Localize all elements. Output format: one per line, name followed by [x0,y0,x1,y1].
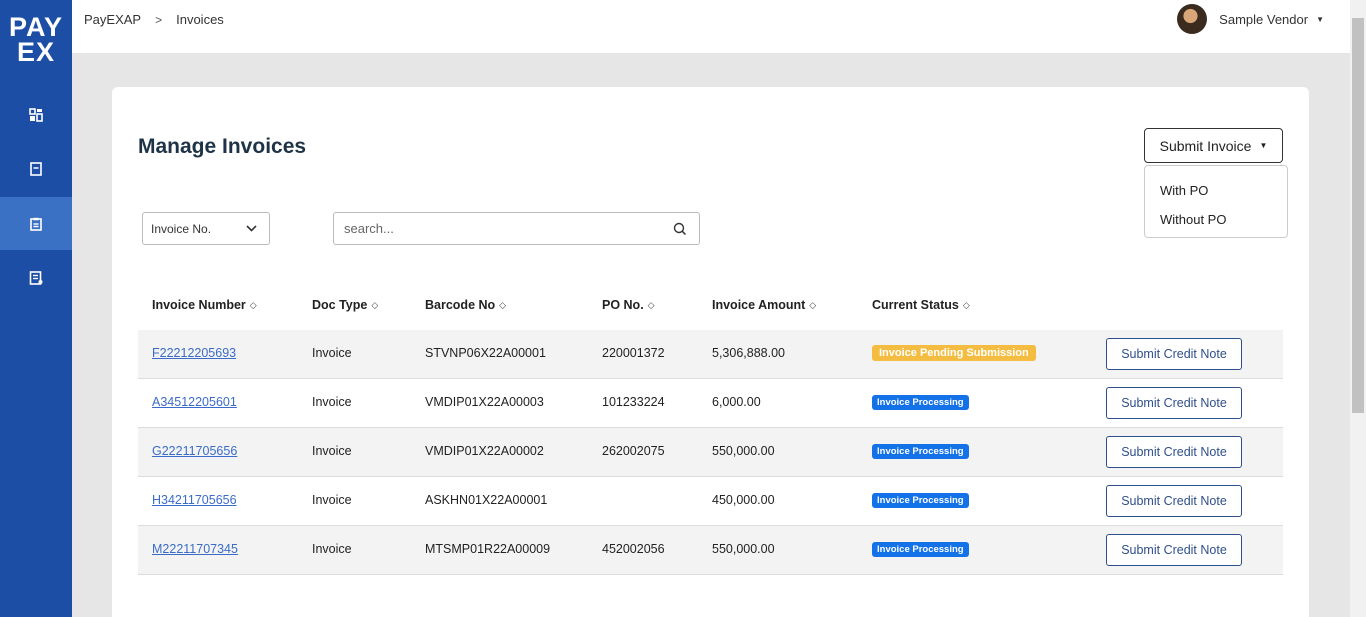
table-row: H34211705656 Invoice ASKHN01X22A00001 45… [138,477,1283,526]
vertical-scrollbar[interactable] [1350,0,1366,617]
column-header-label: Invoice Number [152,298,246,312]
chevron-down-icon [246,225,257,232]
barcode-cell: MTSMP01R22A00009 [425,542,551,556]
sort-icon: ◇ [249,299,257,310]
sort-icon: ◇ [962,299,970,310]
dashboard-icon [29,107,43,122]
barcode-cell: VMDIP01X22A00003 [425,395,544,409]
column-header-label: Invoice Amount [712,298,806,312]
invoices-card: Manage Invoices Submit Invoice ▼ With PO… [112,87,1309,617]
column-header-current-status[interactable]: Current Status ◇ [872,298,970,312]
sort-icon: ◇ [371,299,379,310]
amount-cell: 5,306,888.00 [712,346,785,360]
amount-cell: 550,000.00 [712,444,775,458]
amount-cell: 6,000.00 [712,395,761,409]
search-input[interactable] [334,213,654,244]
column-header-label: Doc Type [312,298,368,312]
submit-credit-note-button[interactable]: Submit Credit Note [1106,485,1242,517]
document-icon [30,161,42,176]
po-cell: 220001372 [602,346,665,360]
status-badge: Invoice Processing [872,542,969,557]
column-header-invoice-amount[interactable]: Invoice Amount ◇ [712,298,816,312]
caret-down-icon[interactable]: ▼ [1316,15,1324,24]
sidebar: PAY EX [0,0,72,617]
page-title: Manage Invoices [138,135,307,158]
po-cell: 452002056 [602,542,665,556]
doc-type-cell: Invoice [312,542,352,556]
column-header-label: Barcode No [425,298,496,312]
clipboard-icon [30,217,42,231]
avatar[interactable] [1177,4,1208,34]
status-badge: Invoice Processing [872,395,969,410]
invoice-number-link[interactable]: H34211705656 [152,493,237,507]
report-icon [29,270,43,285]
submit-credit-note-button[interactable]: Submit Credit Note [1106,338,1242,370]
column-header-label: Current Status [872,298,959,312]
breadcrumb-current: Invoices [176,12,224,27]
column-header-doc-type[interactable]: Doc Type ◇ [312,298,378,312]
barcode-cell: ASKHN01X22A00001 [425,493,548,507]
submit-credit-note-button[interactable]: Submit Credit Note [1106,436,1242,468]
menu-item-with-po[interactable]: With PO [1145,176,1287,205]
invoice-number-link[interactable]: G22211705656 [152,444,237,458]
breadcrumb-separator: > [155,12,163,27]
table-row: F22212205693 Invoice STVNP06X22A00001 22… [138,330,1283,379]
filter-select[interactable]: Invoice No. [142,212,270,245]
table-row: A34512205601 Invoice VMDIP01X22A00003 10… [138,379,1283,428]
sidebar-item-invoices[interactable] [0,197,72,250]
sidebar-item-documents[interactable] [0,142,72,195]
column-header-barcode[interactable]: Barcode No ◇ [425,298,506,312]
caret-down-icon: ▼ [1259,141,1268,150]
top-bar: PayEXAP > Invoices Sample Vendor ▼ [72,0,1350,53]
po-cell: 262002075 [602,444,665,458]
breadcrumb-root[interactable]: PayEXAP [84,12,141,27]
barcode-cell: VMDIP01X22A00002 [425,444,544,458]
sort-icon: ◇ [809,299,817,310]
doc-type-cell: Invoice [312,395,352,409]
user-name[interactable]: Sample Vendor [1219,12,1308,27]
menu-item-without-po[interactable]: Without PO [1145,205,1287,234]
column-header-invoice-number[interactable]: Invoice Number ◇ [152,298,257,312]
filter-select-value: Invoice No. [151,221,212,236]
barcode-cell: STVNP06X22A00001 [425,346,546,360]
doc-type-cell: Invoice [312,493,352,507]
column-header-label: PO No. [602,298,644,312]
breadcrumb: PayEXAP > Invoices [84,12,224,27]
doc-type-cell: Invoice [312,444,352,458]
status-badge: Invoice Pending Submission [872,345,1036,361]
invoice-number-link[interactable]: M22211707345 [152,542,238,556]
submit-credit-note-button[interactable]: Submit Credit Note [1106,387,1242,419]
amount-cell: 550,000.00 [712,542,775,556]
sort-icon: ◇ [499,299,507,310]
status-badge: Invoice Processing [872,444,969,459]
sort-icon: ◇ [647,299,655,310]
table-row: G22211705656 Invoice VMDIP01X22A00002 26… [138,428,1283,477]
scrollbar-thumb[interactable] [1352,18,1364,413]
submit-credit-note-button[interactable]: Submit Credit Note [1106,534,1242,566]
submit-invoice-button[interactable]: Submit Invoice ▼ [1144,128,1283,163]
table-header: Invoice Number ◇ Doc Type ◇ Barcode No ◇ PO… [138,282,1283,331]
invoice-number-link[interactable]: A34512205601 [152,395,237,409]
user-menu[interactable]: Sample Vendor ▼ [1177,4,1324,34]
logo-bottom: EX [16,37,56,67]
table-row: M22211707345 Invoice MTSMP01R22A00009 45… [138,526,1283,575]
status-badge: Invoice Processing [872,493,969,508]
submit-invoice-label: Submit Invoice [1159,137,1252,154]
sidebar-item-dashboard[interactable] [0,88,72,141]
po-cell: 101233224 [602,395,665,409]
search-icon[interactable] [673,222,687,236]
amount-cell: 450,000.00 [712,493,775,507]
sidebar-item-reports[interactable] [0,251,72,304]
search-box [333,212,700,245]
invoice-number-link[interactable]: F22212205693 [152,346,236,360]
column-header-po-no[interactable]: PO No. ◇ [602,298,655,312]
submit-invoice-menu: With PO Without PO [1144,165,1288,238]
invoices-table: Invoice Number ◇ Doc Type ◇ Barcode No ◇ PO… [138,282,1283,575]
payex-logo[interactable]: PAY EX [0,0,72,80]
doc-type-cell: Invoice [312,346,352,360]
